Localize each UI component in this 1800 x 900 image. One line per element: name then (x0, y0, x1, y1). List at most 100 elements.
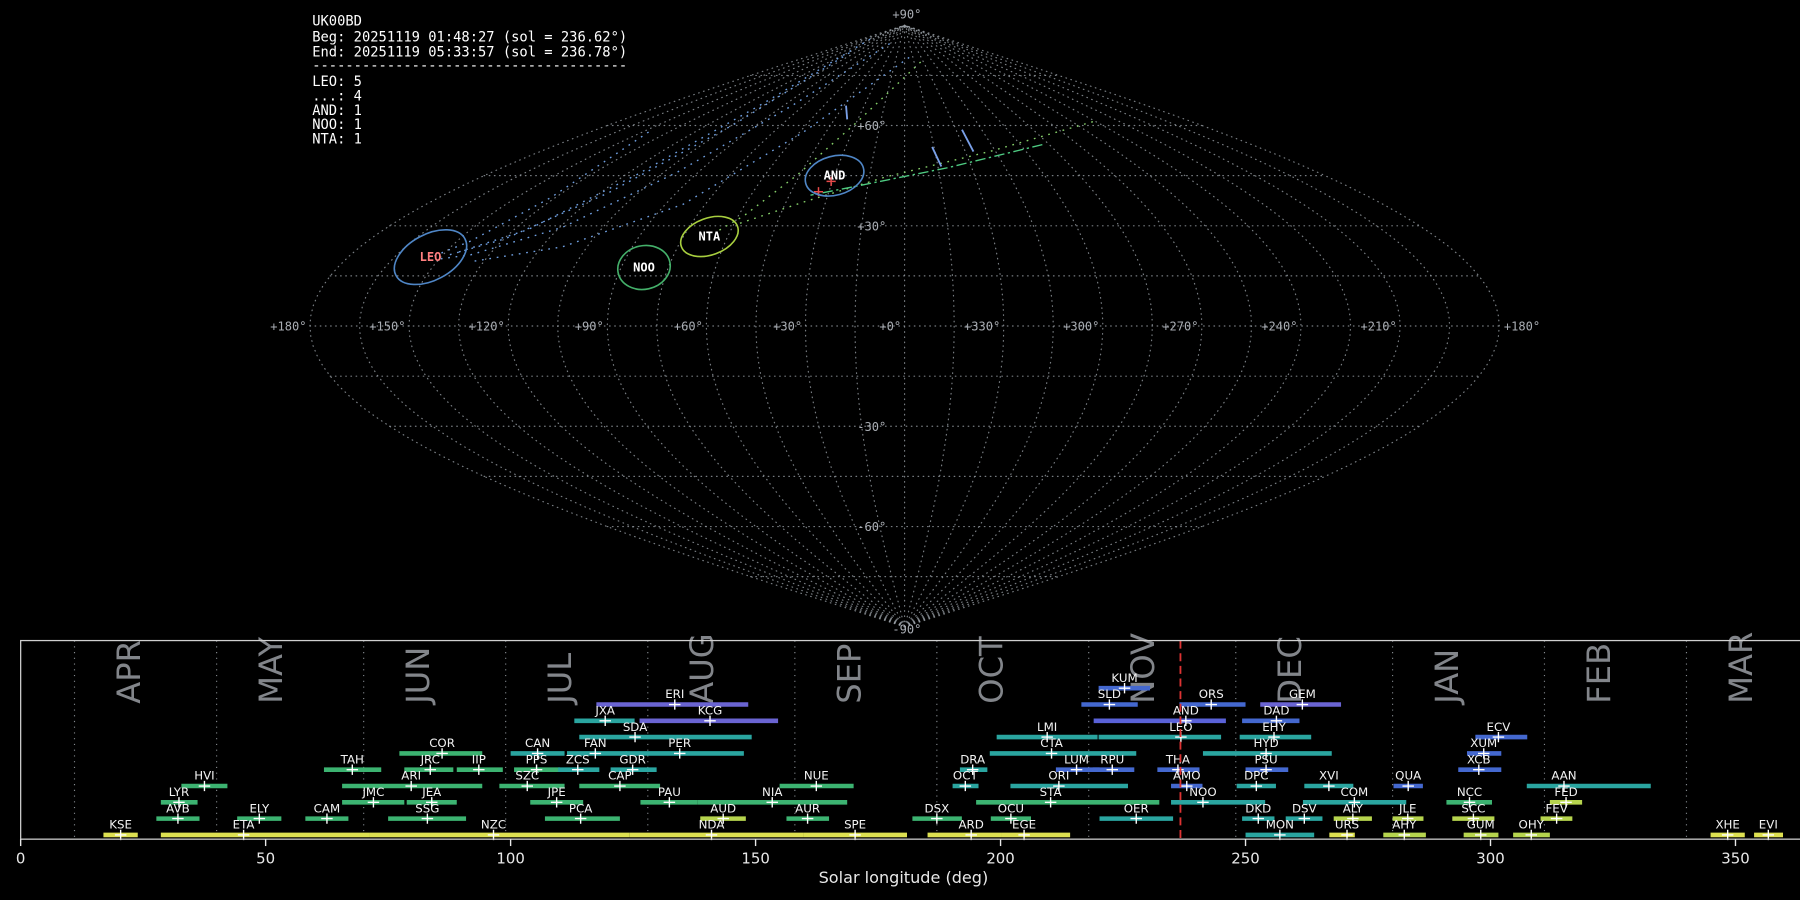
shower-code: RPU (1100, 752, 1124, 766)
month-label: APR (110, 640, 148, 704)
shower-count: NTA: 1 (312, 131, 362, 147)
shower-code: AUD (710, 801, 736, 815)
shower-OCT: OCT (952, 769, 979, 792)
shower-code: CAP (608, 769, 631, 783)
shower-code: ALY (1343, 801, 1364, 815)
shower-code: SZC (515, 769, 539, 783)
shower-ORI: ORI (1010, 769, 1128, 792)
shower-code: AHY (1392, 818, 1417, 832)
lat-label: -60° (857, 520, 886, 534)
shower-AND: AND (1093, 703, 1226, 726)
shower-code: JRC (420, 752, 440, 766)
lon-label: +180° (1504, 320, 1540, 334)
shower-XHE: XHE (1710, 818, 1745, 841)
observation-begin: Beg: 20251119 01:48:27 (sol = 236.62°) (312, 29, 627, 45)
lon-label: +270° (1162, 320, 1198, 334)
shower-code: PAU (658, 785, 681, 799)
shower-code: QUA (1395, 769, 1421, 783)
meteor-trail (734, 121, 1094, 226)
shower-code: PCA (569, 801, 592, 815)
shower-code: CTA (1040, 736, 1063, 750)
month-label: NOV (1124, 633, 1162, 704)
shower-code: DKD (1245, 801, 1271, 815)
separator-line: -------------------------------------- (312, 58, 627, 74)
lat-label: +30° (857, 219, 886, 233)
shower-DSX: DSX (912, 801, 962, 824)
lon-label: +330° (964, 320, 1000, 334)
shower-AUR: AUR (786, 801, 830, 824)
grid-meridian (358, 24, 906, 628)
shower-code: COR (429, 736, 455, 750)
shower-code: ZCS (566, 752, 590, 766)
meteor-trail (433, 131, 649, 257)
meteor-segment (961, 129, 975, 152)
shower-CAM: CAM (305, 801, 349, 824)
shower-PAU: PAU (640, 785, 698, 808)
shower-code: ORS (1199, 687, 1224, 701)
shower-CAP: CAP (579, 769, 661, 792)
shower-code: HYD (1253, 736, 1278, 750)
shower-code: JLE (1398, 801, 1417, 815)
shower-code: PER (668, 736, 691, 750)
radiant-LEO: LEO (393, 229, 468, 286)
shower-URS: URS (1329, 818, 1359, 841)
shower-AVB: AVB (156, 801, 200, 824)
lon-label: +60° (674, 320, 703, 334)
shower-code: ERI (665, 687, 684, 701)
shower-KCG: KCG (639, 703, 779, 726)
shower-code: ARI (401, 769, 421, 783)
shower-code: ORI (1048, 769, 1069, 783)
shower-code: PPS (526, 752, 548, 766)
shower-XCB: XCB (1458, 752, 1502, 775)
shower-code: FAN (584, 736, 607, 750)
shower-code: EGE (1012, 818, 1036, 832)
x-tick-label: 250 (1231, 849, 1259, 867)
shower-code: IIP (472, 752, 486, 766)
shower-code: SLD (1098, 687, 1121, 701)
lat-label: +60° (857, 119, 886, 133)
shower-FEV: FEV (1540, 801, 1573, 824)
shower-LEO: LEO (1098, 720, 1222, 743)
shower-code: CAN (525, 736, 550, 750)
shower-code: AVB (166, 801, 190, 815)
shower-JMC: JMC (342, 785, 405, 808)
x-tick-label: 50 (256, 849, 275, 867)
lon-label: +90° (575, 320, 604, 334)
month-label: SEP (830, 644, 868, 704)
shower-code: ETA (233, 818, 255, 832)
shower-code: JEA (421, 785, 441, 799)
radiant-label: NOO (633, 260, 655, 274)
shower-code: AAN (1551, 769, 1576, 783)
shower-code: LMI (1037, 720, 1057, 734)
shower-TAH: TAH (323, 752, 382, 775)
shower-code: XVI (1319, 769, 1339, 783)
shower-AAN: AAN (1526, 769, 1651, 792)
plot-canvas: +180° +150° +120° +90° +60° +30° +0° +330° +300°… (16, 7, 1800, 887)
shower-code: NUE (804, 769, 829, 783)
shower-RPU: RPU (1092, 752, 1135, 775)
meteor-trail (715, 61, 922, 233)
shower-code: THA (1165, 752, 1190, 766)
pole-label-top: +90° (892, 7, 921, 21)
shower-code: XHE (1715, 818, 1739, 832)
month-label: FEB (1580, 643, 1618, 704)
lon-label: +0° (879, 320, 901, 334)
shower-code: OCU (998, 801, 1024, 815)
shower-code: OER (1124, 801, 1149, 815)
lat-label: -30° (857, 420, 886, 434)
shower-code: JPE (547, 785, 566, 799)
shower-ARD: ARD (927, 818, 1002, 841)
x-tick-label: 150 (741, 849, 769, 867)
month-label: OCT (972, 636, 1010, 704)
shower-code: KSE (109, 818, 132, 832)
shower-OHY: OHY (1513, 818, 1550, 841)
lon-label: +180° (270, 320, 306, 334)
shower-code: MON (1266, 818, 1294, 832)
shower-code: NCC (1457, 785, 1482, 799)
meteor-trail (436, 43, 891, 261)
shower-code: AND (1173, 703, 1199, 717)
month-label: MAR (1722, 632, 1760, 704)
shower-code: STA (1040, 785, 1062, 799)
shower-code: GDR (619, 752, 645, 766)
shower-code: SSG (415, 801, 439, 815)
